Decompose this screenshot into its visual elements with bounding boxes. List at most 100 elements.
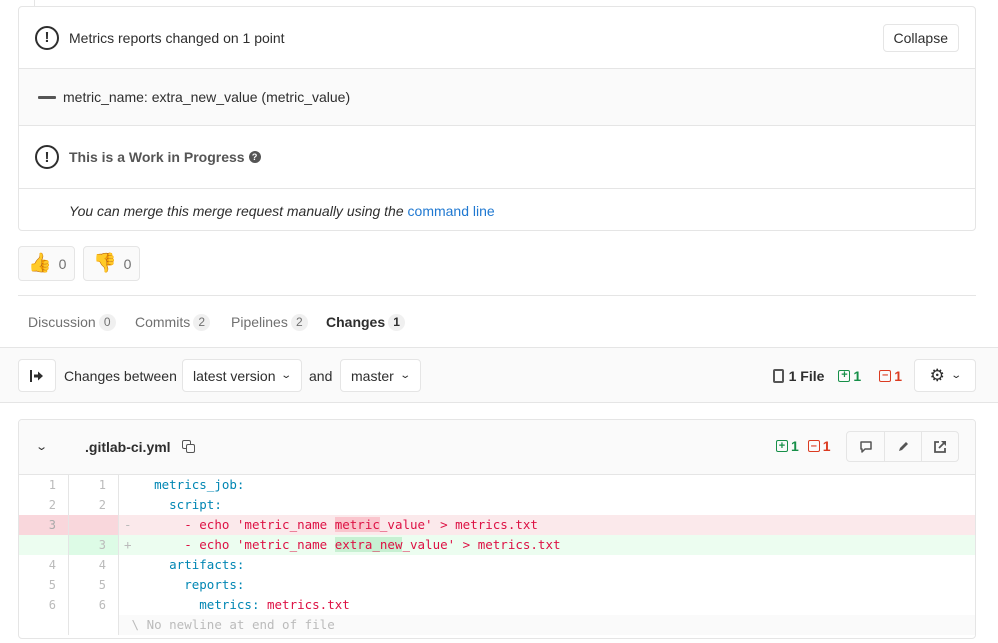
line-content: - - echo 'metric_name metric_value' > me… [119,515,975,535]
thumbsup-icon: 👍 [28,253,52,274]
file-name[interactable]: .gitlab-ci.yml [85,439,171,455]
line-content: metrics_job: [119,475,975,495]
new-line-number[interactable]: 3 [69,535,119,555]
diff-stats: 1 File + 1 – 1 [772,359,902,392]
new-line-number[interactable]: 2 [69,495,119,515]
diff-line: 1 1 metrics_job: [19,475,975,495]
diff-line: 2 2 script: [19,495,975,515]
question-circle-icon[interactable]: ? [248,151,261,163]
minus-square-icon: – [879,369,892,382]
file-actions [846,431,959,462]
code-text: reports: [154,577,245,592]
diff-file-header: ⌄ .gitlab-ci.yml + 1 – 1 [19,420,975,475]
tab-count-badge: 2 [193,313,211,331]
diff-line: 4 4 artifacts: [19,555,975,575]
code-text: _value' > metrics.txt [379,517,538,532]
chevron-down-icon[interactable]: ⌄ [35,440,48,453]
tab-discussion[interactable]: Discussion 0 [18,296,126,348]
new-line-number[interactable] [69,515,119,535]
command-line-link[interactable]: command line [408,203,495,219]
deletions-count: 1 [894,367,902,384]
new-line-number[interactable]: 4 [69,555,119,575]
tab-pipelines[interactable]: Pipelines 2 [221,296,318,348]
tab-label: Commits [135,314,191,330]
copy-file-path-icon[interactable] [182,440,196,454]
file-count: 1 File [788,367,825,384]
diff-marker: + [124,537,132,552]
thumbsdown-award-button[interactable]: 👎 0 [83,246,140,281]
old-line-number[interactable]: 6 [19,595,69,615]
wip-status: ! This is a Work in Progress ? [19,126,975,189]
gear-icon: ⚙ [929,365,945,385]
code-text: metrics: [154,597,267,612]
code-text: - echo 'metric_name [154,537,335,552]
warning-icon: ! [35,145,59,169]
code-text: \ No newline at end of file [131,617,335,632]
merge-instructions-text: You can merge this merge request manuall… [69,203,495,219]
toggle-file-tree-button[interactable] [18,359,56,392]
neutral-change-icon [38,95,56,99]
diff-file: ⌄ .gitlab-ci.yml + 1 – 1 1 1 metrics_job… [18,419,976,639]
wip-title: This is a Work in Progress [69,149,245,165]
diff-settings-dropdown[interactable]: ⚙ ⌄ [914,359,976,392]
mr-widget: ! Metrics reports changed on 1 point Col… [18,6,976,231]
old-line-number[interactable]: 4 [19,555,69,575]
mr-tabs: Discussion 0 Commits 2 Pipelines 2 Chang… [18,295,976,349]
old-line-number[interactable]: 1 [19,475,69,495]
tab-count-badge: 1 [388,313,406,331]
collapse-button[interactable]: Collapse [882,24,959,52]
merge-instructions: You can merge this merge request manuall… [19,189,975,232]
thumbsdown-icon: 👎 [93,253,117,274]
code-text: _value' > metrics.txt [402,537,561,552]
tab-changes[interactable]: Changes 1 [316,296,412,349]
line-content: + - echo 'metric_name extra_new_value' >… [119,535,975,555]
line-content: script: [119,495,975,515]
metrics-report-header: ! Metrics reports changed on 1 point Col… [19,7,975,69]
toggle-comments-button[interactable] [847,432,884,461]
code-text: metrics_job: [154,477,245,492]
metric-item-text: metric_name: extra_new_value (metric_val… [63,89,351,105]
file-additions-count: 1 [791,438,799,454]
plus-square-icon: + [838,369,851,382]
diff-line: 5 5 reports: [19,575,975,595]
code-text: metrics.txt [267,597,350,612]
version-dropdown[interactable]: latest version ⌄ [182,359,302,392]
tab-label: Pipelines [231,314,288,330]
thumbsup-count: 0 [58,255,67,272]
tab-commits[interactable]: Commits 2 [125,296,220,348]
old-line-number[interactable]: 5 [19,575,69,595]
old-line-number[interactable]: 2 [19,495,69,515]
version-dropdown-value: latest version [193,367,276,384]
tab-label: Changes [326,314,386,330]
new-line-number[interactable]: 5 [69,575,119,595]
inline-removed-highlight: metric [334,517,380,532]
line-content: metrics: metrics.txt [119,595,975,615]
view-file-button[interactable] [921,432,958,461]
tab-count-badge: 0 [98,313,116,331]
inline-added-highlight: extra_new [334,537,403,552]
old-line-number[interactable]: 3 [19,515,69,535]
and-label: and [309,367,333,384]
new-line-number[interactable]: 6 [69,595,119,615]
warning-icon: ! [35,25,59,50]
old-line-number[interactable] [19,535,69,555]
diff-marker: - [124,517,132,532]
merge-text: You can merge this merge request manuall… [69,202,408,219]
new-line-number[interactable]: 1 [69,475,119,495]
file-deletions-count: 1 [822,438,831,454]
new-line-number [69,615,119,635]
plus-square-icon: + [776,440,788,452]
diff-line: 6 6 metrics: metrics.txt [19,595,975,615]
file-diff-stats: + 1 – 1 [776,438,831,454]
changes-between-label: Changes between [64,367,177,384]
metric-item: metric_name: extra_new_value (metric_val… [19,69,975,126]
tab-count-badge: 2 [290,313,308,331]
comment-icon [859,440,872,453]
target-branch-dropdown[interactable]: master ⌄ [340,359,421,392]
minus-square-icon: – [807,440,820,452]
diff-line-removed: 3 - - echo 'metric_name metric_value' > … [19,515,975,535]
thumbsup-award-button[interactable]: 👍 0 [18,246,75,281]
code-text: script: [154,497,222,512]
tab-label: Discussion [28,314,96,330]
edit-file-button[interactable] [884,432,921,461]
